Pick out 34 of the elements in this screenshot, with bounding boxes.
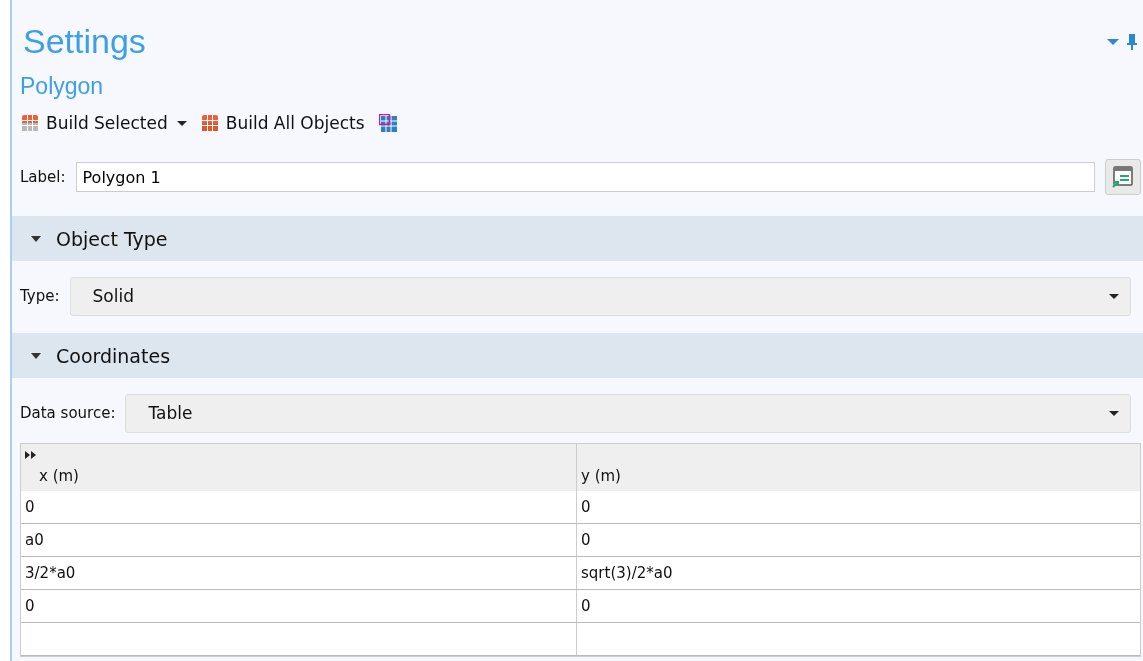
dropdown[interactable]: Table — [125, 393, 1131, 433]
dropdown-icon — [1107, 38, 1119, 46]
grid-icon — [22, 115, 38, 131]
build-selected-button[interactable]: Build Selected — [20, 113, 190, 133]
panel-title: Settings — [22, 21, 146, 62]
section-header[interactable]: Object Type — [12, 216, 1143, 261]
comment-icon — [1112, 166, 1134, 188]
toolbar-button[interactable] — [376, 114, 399, 132]
table-cell[interactable]: 0 — [577, 491, 1140, 523]
move-icon — [25, 451, 37, 459]
table-cell[interactable]: 3/2*a0 — [21, 557, 577, 589]
section-header[interactable]: Coordinates — [12, 333, 1143, 378]
field-label: Label: — [20, 168, 66, 186]
caret-icon — [175, 119, 188, 127]
node-title: Polygon — [20, 72, 105, 100]
caret-icon — [1108, 409, 1120, 417]
table-cell[interactable]: 0 — [21, 491, 577, 523]
grid-icon — [201, 115, 218, 131]
table-cell[interactable]: 0 — [21, 590, 577, 622]
column-header[interactable]: y (m) — [577, 444, 1140, 491]
build-all-button[interactable]: Build All Objects — [199, 113, 367, 133]
table-cell[interactable]: 0 — [577, 590, 1140, 622]
note-button[interactable] — [1105, 159, 1141, 195]
column-header[interactable]: x (m) — [21, 444, 577, 491]
table-cell[interactable]: 0 — [577, 524, 1140, 556]
table-cell[interactable]: a0 — [21, 524, 577, 556]
table-cell[interactable]: sqrt(3)/2*a0 — [577, 557, 1140, 589]
field-label: Data source: — [20, 404, 116, 422]
label-input[interactable]: Polygon 1 — [75, 162, 1095, 192]
dropdown[interactable]: Solid — [69, 276, 1131, 316]
field-label: Type: — [20, 287, 60, 305]
grid-icon — [378, 114, 397, 132]
caret-icon — [1108, 292, 1120, 300]
pin-icon — [1127, 34, 1137, 50]
